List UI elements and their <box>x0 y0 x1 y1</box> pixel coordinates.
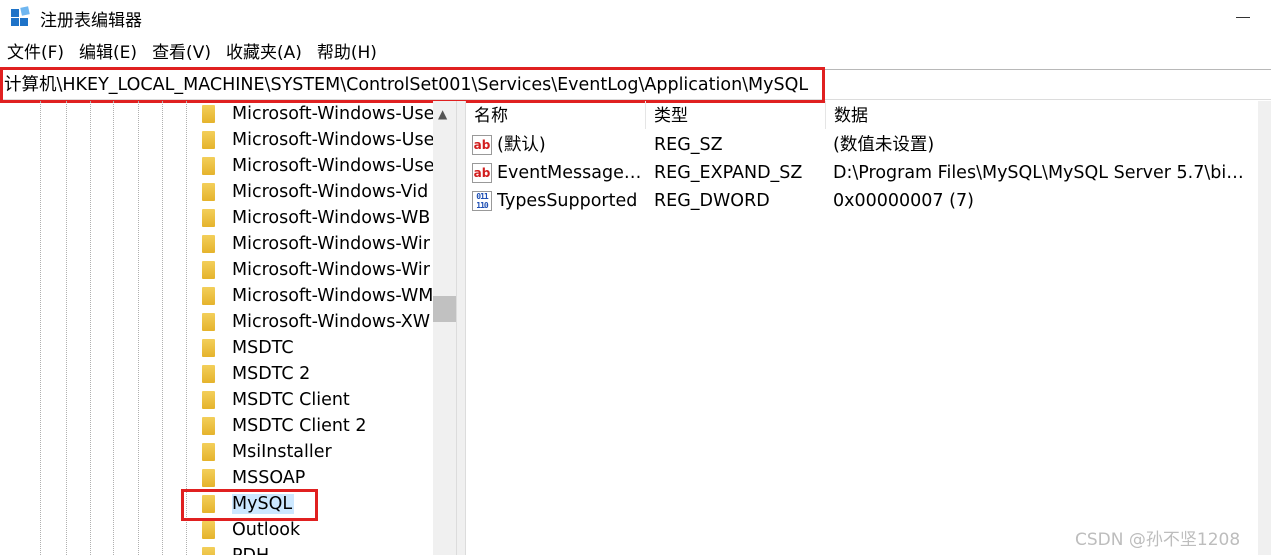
value-type: REG_DWORD <box>654 191 770 211</box>
tree-guide-line <box>40 101 41 555</box>
folder-icon <box>202 365 215 383</box>
folder-icon <box>202 261 215 279</box>
string-value-icon: ab <box>472 135 492 155</box>
tree-item-label: Microsoft-Windows-WB <box>232 208 431 228</box>
scrollbar-thumb[interactable] <box>433 296 456 322</box>
tree-guide-line <box>113 101 114 555</box>
binary-value-icon: 011 110 <box>472 191 492 211</box>
value-data: (数值未设置) <box>833 135 935 155</box>
folder-icon <box>202 183 215 201</box>
tree-item-label: PDH <box>232 546 269 555</box>
folder-icon <box>202 209 215 227</box>
tree-item[interactable]: MSDTC <box>196 335 436 361</box>
tree-item-label: MSSOAP <box>232 468 306 488</box>
tree-item-label: MsiInstaller <box>232 442 332 462</box>
string-value-icon: ab <box>472 163 492 183</box>
address-highlight-box <box>0 67 825 103</box>
value-row[interactable]: 011 110 TypesSupported REG_DWORD 0x000000… <box>466 187 1258 215</box>
tree-item-label: Microsoft-Windows-XW <box>232 312 431 332</box>
value-row[interactable]: ab (默认) REG_SZ (数值未设置) <box>466 131 1258 159</box>
tree-item-label: Microsoft-Windows-WM <box>232 286 434 306</box>
tree-item[interactable]: Microsoft-Windows-Use <box>196 153 436 179</box>
tree-item[interactable]: Microsoft-Windows-XW <box>196 309 436 335</box>
tree-item-label: Outlook <box>232 520 301 540</box>
tree-item[interactable]: Microsoft-Windows-Wir <box>196 231 436 257</box>
tree-item-label: MSDTC Client 2 <box>232 416 367 436</box>
tree-item[interactable]: Microsoft-Windows-WM <box>196 283 436 309</box>
folder-icon <box>202 417 215 435</box>
scroll-up-arrow-icon[interactable]: ▲ <box>438 107 447 121</box>
tree-item-label: Microsoft-Windows-Vid <box>232 182 429 202</box>
tree-item[interactable]: Microsoft-Windows-WB <box>196 205 436 231</box>
folder-icon <box>202 547 215 555</box>
value-name: (默认) <box>497 135 546 155</box>
tree-scrollbar[interactable]: ▲ <box>433 101 456 555</box>
tree-item[interactable]: PDH <box>196 543 436 555</box>
value-name: EventMessageF... <box>497 163 646 183</box>
value-data: D:\Program Files\MySQL\MySQL Server 5.7\… <box>833 163 1253 183</box>
mysql-highlight-box <box>181 489 318 521</box>
tree-item[interactable]: MSDTC 2 <box>196 361 436 387</box>
tree-guide-line <box>186 101 187 555</box>
tree-pane: Microsoft-Windows-Use Microsoft-Windows-… <box>0 101 456 555</box>
tree-guide-line <box>90 101 91 555</box>
tree-item-label: Microsoft-Windows-Wir <box>232 260 430 280</box>
title-bar: 注册表编辑器 <box>0 0 1271 36</box>
menu-file[interactable]: 文件(F) <box>7 40 64 66</box>
folder-icon <box>202 469 215 487</box>
minimize-button[interactable] <box>1236 17 1250 18</box>
values-scrollbar[interactable] <box>1258 101 1271 555</box>
value-name: TypesSupported <box>497 191 638 211</box>
menu-help[interactable]: 帮助(H) <box>317 40 377 66</box>
tree-item-label: MSDTC Client <box>232 390 350 410</box>
tree-item-label: MSDTC <box>232 338 294 358</box>
menu-view[interactable]: 查看(V) <box>152 40 211 66</box>
watermark: CSDN @孙不坚1208 <box>1075 530 1241 550</box>
folder-icon <box>202 157 215 175</box>
column-header-name[interactable]: 名称 <box>466 101 646 129</box>
column-header-data[interactable]: 数据 <box>826 101 1258 129</box>
regedit-icon <box>11 6 31 27</box>
folder-icon <box>202 521 215 539</box>
tree-item[interactable]: Microsoft-Windows-Vid <box>196 179 436 205</box>
tree-item-label: MSDTC 2 <box>232 364 311 384</box>
tree-guide-line <box>162 101 163 555</box>
tree-guide-line <box>66 101 67 555</box>
column-header-type[interactable]: 类型 <box>646 101 826 129</box>
tree-item[interactable]: Microsoft-Windows-Use <box>196 127 436 153</box>
folder-icon <box>202 235 215 253</box>
tree-item-label: Microsoft-Windows-Use <box>232 130 435 150</box>
folder-icon <box>202 339 215 357</box>
folder-icon <box>202 287 215 305</box>
folder-icon <box>202 131 215 149</box>
tree-item[interactable]: MSDTC Client 2 <box>196 413 436 439</box>
value-row[interactable]: ab EventMessageF... REG_EXPAND_SZ D:\Pro… <box>466 159 1258 187</box>
value-data: 0x00000007 (7) <box>833 191 974 211</box>
tree-item-label: Microsoft-Windows-Use <box>232 104 435 124</box>
folder-icon <box>202 105 215 123</box>
tree-item[interactable]: Microsoft-Windows-Wir <box>196 257 436 283</box>
menu-bar: 文件(F) 编辑(E) 查看(V) 收藏夹(A) 帮助(H) <box>0 40 377 66</box>
tree-item[interactable]: MSSOAP <box>196 465 436 491</box>
folder-icon <box>202 391 215 409</box>
pane-splitter[interactable] <box>456 101 466 555</box>
menu-edit[interactable]: 编辑(E) <box>79 40 137 66</box>
folder-icon <box>202 313 215 331</box>
menu-favorites[interactable]: 收藏夹(A) <box>226 40 302 66</box>
tree-item-label: Microsoft-Windows-Use <box>232 156 435 176</box>
tree-item-label: Microsoft-Windows-Wir <box>232 234 430 254</box>
tree-guide-line <box>138 101 139 555</box>
folder-icon <box>202 443 215 461</box>
tree-item[interactable]: Microsoft-Windows-Use <box>196 101 436 127</box>
value-type: REG_SZ <box>654 135 723 155</box>
value-type: REG_EXPAND_SZ <box>654 163 803 183</box>
values-pane: 名称 类型 数据 ab (默认) REG_SZ (数值未设置) ab Event… <box>466 101 1271 555</box>
tree-item[interactable]: MsiInstaller <box>196 439 436 465</box>
tree-item[interactable]: MSDTC Client <box>196 387 436 413</box>
window-title: 注册表编辑器 <box>40 11 142 31</box>
